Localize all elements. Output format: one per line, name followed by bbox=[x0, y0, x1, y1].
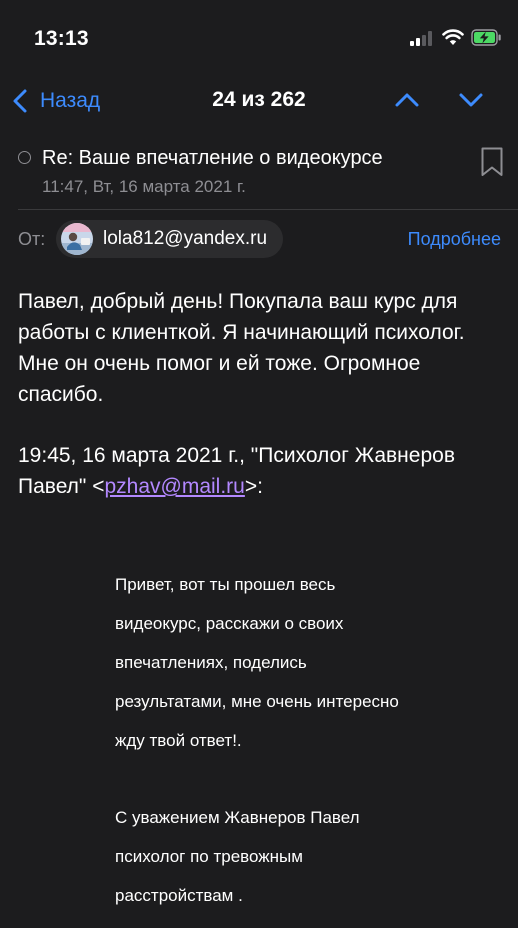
from-label: От: bbox=[18, 229, 46, 249]
cellular-signal-icon bbox=[410, 31, 434, 46]
message-counter: 24 из 262 bbox=[212, 88, 306, 111]
email-header: Re: Ваше впечатление о видеокурсе 11:47,… bbox=[0, 138, 518, 208]
quoted-line: результатами, мне очень интересно bbox=[115, 692, 399, 711]
battery-charging-icon bbox=[471, 29, 501, 46]
quoted-line: жду твой ответ!. bbox=[115, 731, 242, 750]
avatar bbox=[61, 223, 93, 255]
chevron-down-icon[interactable] bbox=[456, 88, 486, 112]
nav-bar: Назад 24 из 262 bbox=[0, 74, 518, 128]
bookmark-icon[interactable] bbox=[480, 146, 504, 178]
details-link[interactable]: Подробнее bbox=[408, 229, 501, 250]
message-body: Павел, добрый день! Покупала ваш курс дл… bbox=[18, 290, 465, 406]
quoted-line: впечатлениях, поделись bbox=[115, 653, 307, 672]
quote-email-link[interactable]: pzhav@mail.ru bbox=[104, 475, 244, 498]
signature-line: С уважением Жавнеров Павел bbox=[115, 808, 360, 827]
sender-email: lola812@yandex.ru bbox=[103, 228, 268, 249]
quote-header-suffix: >: bbox=[244, 475, 263, 498]
quoted-line: Привет, вот ты прошел весь bbox=[115, 575, 336, 594]
wifi-icon bbox=[442, 29, 464, 45]
status-bar: 13:13 bbox=[0, 0, 518, 74]
status-time: 13:13 bbox=[34, 27, 89, 50]
from-row: От: lola812@yandex.ru Подробнее bbox=[0, 218, 518, 260]
email-subject: Re: Ваше впечатление о видеокурсе bbox=[42, 147, 383, 169]
chevron-up-icon[interactable] bbox=[392, 88, 422, 112]
signature-line: психолог по тревожным bbox=[115, 847, 303, 866]
read-status-indicator[interactable] bbox=[18, 151, 31, 164]
quoted-message: Привет, вот ты прошел весь видеокурс, ра… bbox=[115, 568, 495, 918]
quoted-line: видеокурс, расскажи о своих bbox=[115, 614, 344, 633]
header-divider bbox=[18, 209, 518, 210]
signature-line: расстройствам . bbox=[115, 886, 243, 905]
email-date: 11:47, Вт, 16 марта 2021 г. bbox=[42, 177, 246, 196]
quoted-spacer bbox=[115, 763, 495, 801]
sender-chip[interactable]: lola812@yandex.ru bbox=[56, 220, 284, 258]
quote-header: 19:45, 16 марта 2021 г., "Психолог Жавне… bbox=[18, 440, 503, 502]
